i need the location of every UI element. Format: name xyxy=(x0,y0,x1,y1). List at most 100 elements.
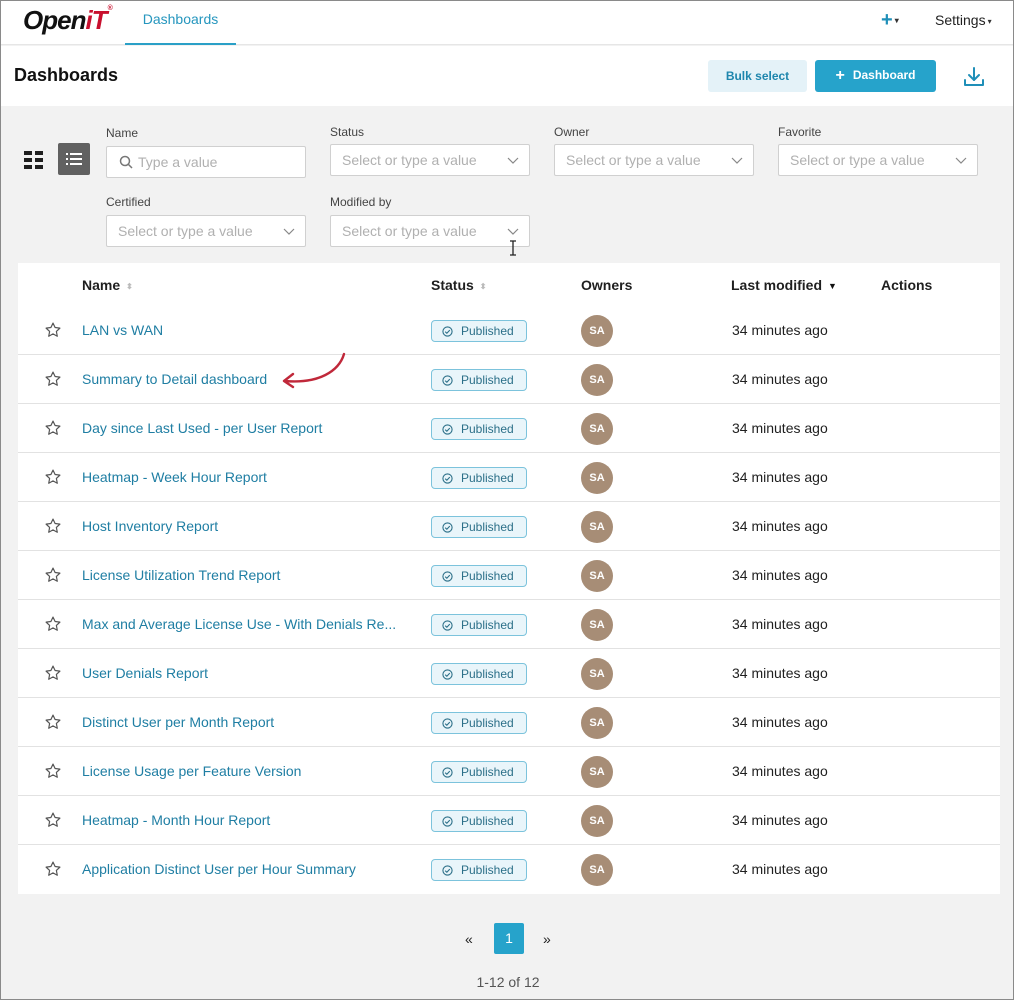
dashboard-name-link[interactable]: Application Distinct User per Hour Summa… xyxy=(82,861,418,877)
check-circle-icon xyxy=(442,620,453,631)
settings-menu[interactable]: Settings ▾ xyxy=(935,12,992,28)
name-filter-label: Name xyxy=(106,126,139,140)
star-icon[interactable] xyxy=(44,860,62,878)
pagination-next[interactable]: » xyxy=(543,931,551,947)
star-icon[interactable] xyxy=(44,419,62,437)
dashboard-name-link[interactable]: Heatmap - Week Hour Report xyxy=(82,469,418,485)
star-icon[interactable] xyxy=(44,370,62,388)
table-row[interactable]: Summary to Detail dashboard Published SA 34… xyxy=(18,355,1000,404)
column-header-name[interactable]: Name ⬍ xyxy=(82,277,133,293)
owner-filter-label: Owner xyxy=(554,125,590,139)
chevron-down-icon xyxy=(955,157,967,164)
star-icon[interactable] xyxy=(44,615,62,633)
grid-view-icon[interactable] xyxy=(24,151,44,169)
check-circle-icon xyxy=(442,767,453,778)
star-icon[interactable] xyxy=(44,713,62,731)
download-icon[interactable] xyxy=(962,65,986,89)
owner-filter-placeholder: Select or type a value xyxy=(566,152,701,168)
page-header: Dashboards Bulk select + Dashboard xyxy=(1,46,1013,106)
dashboard-name-link[interactable]: Distinct User per Month Report xyxy=(82,714,418,730)
status-badge-label: Published xyxy=(461,667,514,681)
openit-logo[interactable]: OpeniT® xyxy=(23,5,113,35)
table-row[interactable]: Day since Last Used - per User Report Pub… xyxy=(18,404,1000,453)
table-row[interactable]: License Utilization Trend Report Publishe… xyxy=(18,551,1000,600)
last-modified-value: 34 minutes ago xyxy=(732,469,828,485)
add-dashboard-label: Dashboard xyxy=(852,68,916,82)
certified-filter-select[interactable]: Select or type a value xyxy=(106,215,306,247)
list-view-button[interactable] xyxy=(58,143,90,175)
check-circle-icon xyxy=(442,375,453,386)
dashboard-name-link[interactable]: Max and Average License Use - With Denia… xyxy=(82,616,418,632)
status-filter-select[interactable]: Select or type a value xyxy=(330,144,530,176)
pagination-count: 1-12 of 12 xyxy=(476,974,540,990)
table-row[interactable]: User Denials Report Published SA 34 minutes… xyxy=(18,649,1000,698)
status-badge-label: Published xyxy=(461,716,514,730)
add-dashboard-button[interactable]: + Dashboard xyxy=(815,60,936,92)
check-circle-icon xyxy=(442,326,453,337)
avatar: SA xyxy=(581,756,613,788)
table-row[interactable]: LAN vs WAN Published SA 34 minutes ago xyxy=(18,306,1000,355)
bulk-select-button[interactable]: Bulk select xyxy=(708,60,807,92)
status-badge-label: Published xyxy=(461,618,514,632)
dashboard-name-link[interactable]: User Denials Report xyxy=(82,665,418,681)
dashboard-name-link[interactable]: Summary to Detail dashboard xyxy=(82,371,418,387)
status-filter-label: Status xyxy=(330,125,365,139)
check-circle-icon xyxy=(442,865,453,876)
star-icon[interactable] xyxy=(44,811,62,829)
favorite-filter-placeholder: Select or type a value xyxy=(790,152,925,168)
star-icon[interactable] xyxy=(44,468,62,486)
plus-icon: + xyxy=(835,67,845,84)
dashboard-name-link[interactable]: Host Inventory Report xyxy=(82,518,418,534)
status-badge: Published xyxy=(431,467,527,489)
create-menu-button[interactable]: + ▾ xyxy=(881,9,899,32)
dashboard-name-link[interactable]: Heatmap - Month Hour Report xyxy=(82,812,418,828)
table-row[interactable]: Application Distinct User per Hour Summa… xyxy=(18,845,1000,894)
name-filter-input[interactable]: Type a value xyxy=(106,146,306,178)
dashboard-name-link[interactable]: LAN vs WAN xyxy=(82,322,418,338)
star-icon[interactable] xyxy=(44,762,62,780)
table-row[interactable]: License Usage per Feature Version Publish… xyxy=(18,747,1000,796)
table-row[interactable]: Host Inventory Report Published SA 34 minut… xyxy=(18,502,1000,551)
caret-down-icon: ▾ xyxy=(987,16,992,26)
check-circle-icon xyxy=(442,571,453,582)
table-row[interactable]: Heatmap - Week Hour Report Published SA 34 … xyxy=(18,453,1000,502)
dashboard-name-link[interactable]: Day since Last Used - per User Report xyxy=(82,420,418,436)
table-row[interactable]: Heatmap - Month Hour Report Published SA 34… xyxy=(18,796,1000,845)
pagination-page[interactable]: 1 xyxy=(494,923,524,954)
page-title: Dashboards xyxy=(14,65,119,85)
chevron-down-icon xyxy=(283,228,295,235)
check-circle-icon xyxy=(442,816,453,827)
dashboard-name-link[interactable]: License Usage per Feature Version xyxy=(82,763,418,779)
owner-filter-select[interactable]: Select or type a value xyxy=(554,144,754,176)
status-badge-label: Published xyxy=(461,520,514,534)
last-modified-value: 34 minutes ago xyxy=(732,812,828,828)
pagination-prev[interactable]: « xyxy=(465,931,473,947)
table-row[interactable]: Max and Average License Use - With Denia… xyxy=(18,600,1000,649)
dashboard-name-link[interactable]: License Utilization Trend Report xyxy=(82,567,418,583)
status-badge-label: Published xyxy=(461,324,514,338)
status-badge-label: Published xyxy=(461,814,514,828)
sort-icon: ⬍ xyxy=(479,281,487,291)
status-badge: Published xyxy=(431,614,527,636)
list-view-icon xyxy=(66,153,82,165)
avatar: SA xyxy=(581,413,613,445)
status-badge-label: Published xyxy=(461,373,514,387)
star-icon[interactable] xyxy=(44,517,62,535)
column-header-name-label: Name xyxy=(82,277,121,293)
table-row[interactable]: Distinct User per Month Report Published S… xyxy=(18,698,1000,747)
avatar: SA xyxy=(581,364,613,396)
check-circle-icon xyxy=(442,718,453,729)
modified-by-filter-select[interactable]: Select or type a value xyxy=(330,215,530,247)
last-modified-value: 34 minutes ago xyxy=(732,322,828,338)
column-header-status[interactable]: Status ⬍ xyxy=(431,277,487,293)
star-icon[interactable] xyxy=(44,321,62,339)
star-icon[interactable] xyxy=(44,566,62,584)
avatar: SA xyxy=(581,609,613,641)
favorite-filter-select[interactable]: Select or type a value xyxy=(778,144,978,176)
sort-desc-icon: ▼ xyxy=(828,281,837,292)
star-icon[interactable] xyxy=(44,664,62,682)
tab-dashboards[interactable]: Dashboards xyxy=(125,1,236,45)
column-header-last-modified[interactable]: Last modified ▼ xyxy=(731,277,837,293)
status-badge: Published xyxy=(431,712,527,734)
caret-down-icon: ▾ xyxy=(894,16,899,26)
